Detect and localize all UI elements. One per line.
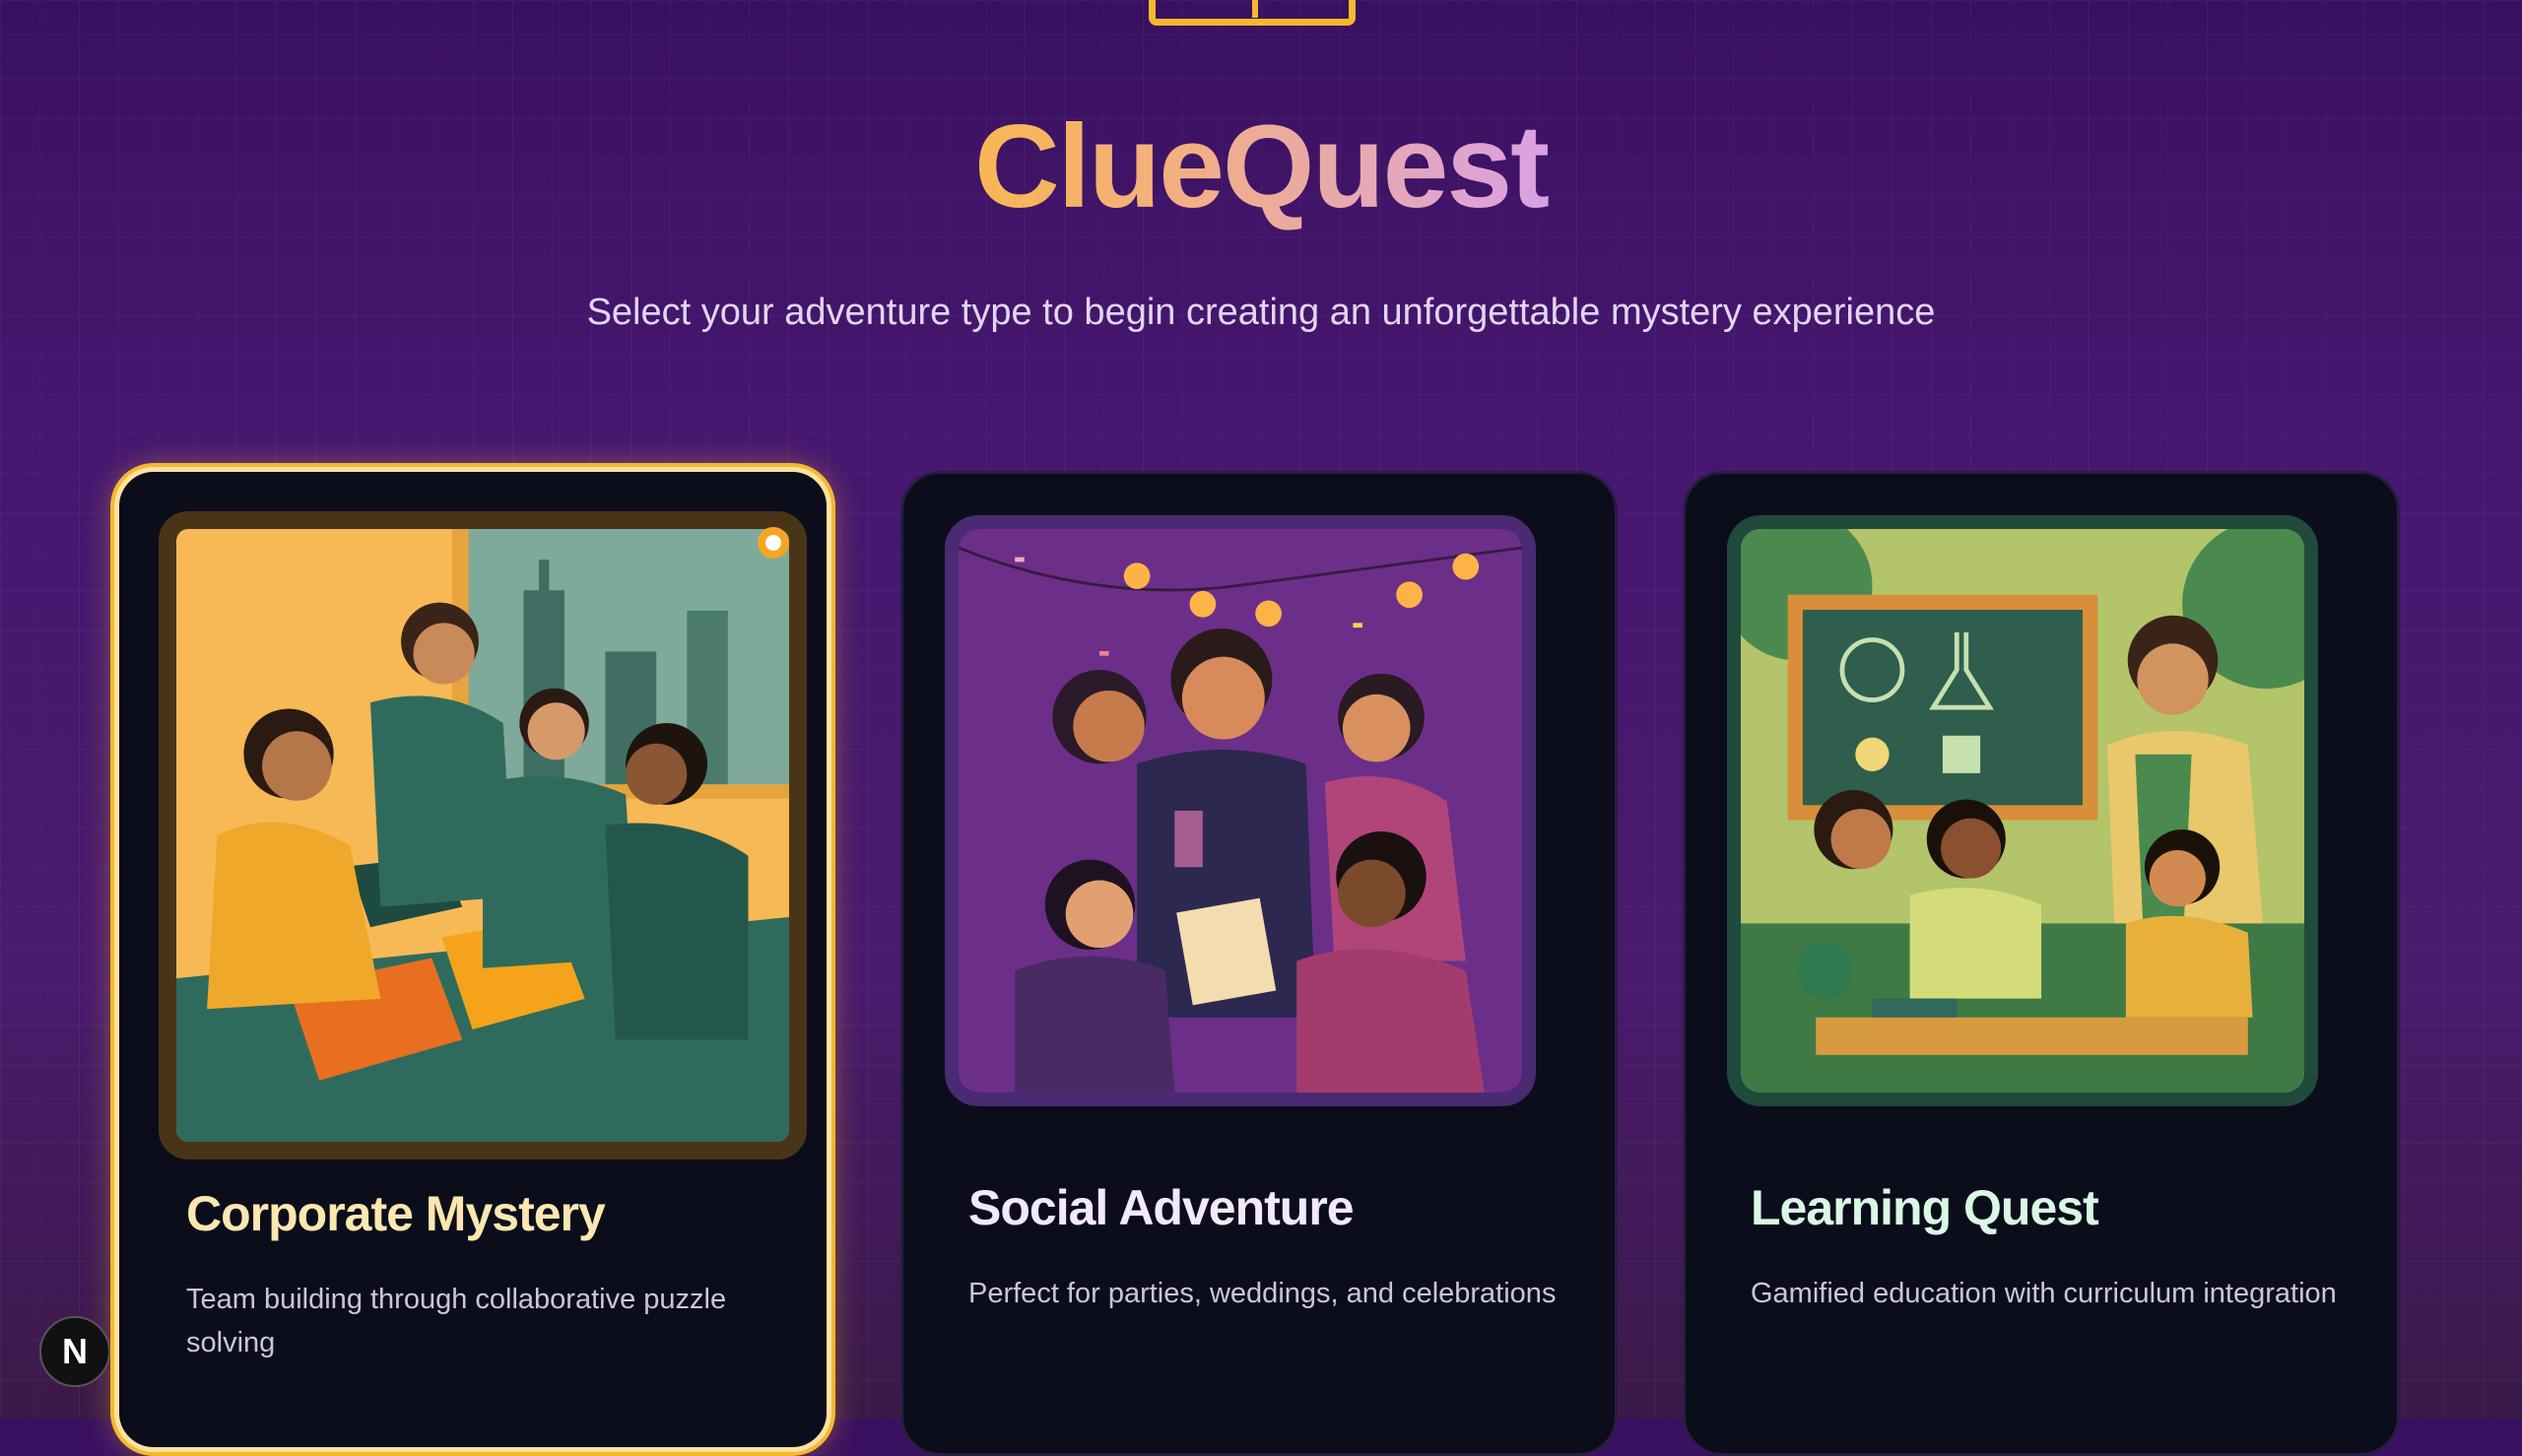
card-title: Learning Quest <box>1751 1180 2099 1235</box>
dev-tools-badge[interactable]: N <box>39 1316 110 1387</box>
classroom-illustration <box>1727 515 2318 1106</box>
party-illustration <box>945 515 1536 1106</box>
page-subtitle: Select your adventure type to begin crea… <box>586 292 1936 333</box>
card-title: Social Adventure <box>968 1180 1355 1235</box>
card-description: Team building through collaborative puzz… <box>186 1284 727 1358</box>
logo-icon <box>1149 0 1356 26</box>
team-puzzle-illustration <box>159 511 807 1159</box>
card-description: Perfect for parties, weddings, and celeb… <box>968 1278 1557 1309</box>
card-corporate-mystery[interactable]: Corporate Mystery Team building through … <box>114 467 831 1452</box>
card-learning-quest[interactable]: Learning Quest Gamified education with c… <box>1683 471 2400 1456</box>
card-title: Corporate Mystery <box>186 1186 606 1241</box>
card-social-adventure[interactable]: Social Adventure Perfect for parties, we… <box>900 471 1618 1456</box>
card-description: Gamified education with curriculum integ… <box>1751 1278 2337 1309</box>
app-title: ClueQuest <box>0 99 2522 234</box>
selected-indicator-icon <box>758 527 789 559</box>
